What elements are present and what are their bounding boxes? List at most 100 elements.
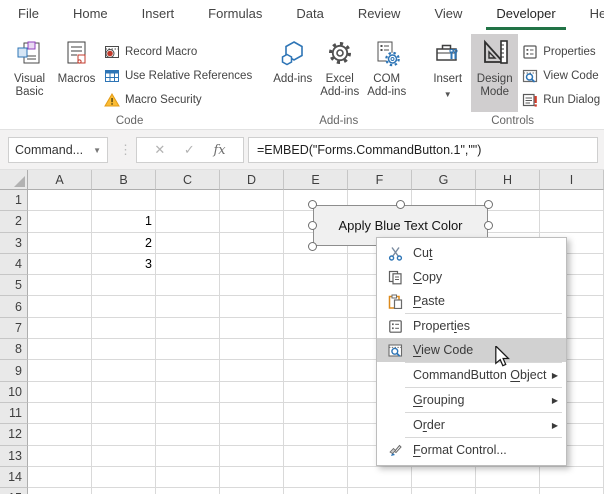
tab-view[interactable]: View	[424, 6, 472, 30]
menu-item-cut[interactable]: Cut	[377, 241, 566, 265]
cell-C11[interactable]	[156, 403, 220, 424]
row-header-10[interactable]: 10	[0, 382, 28, 403]
column-header-I[interactable]: I	[540, 170, 604, 190]
column-header-D[interactable]: D	[220, 170, 284, 190]
cell-D10[interactable]	[220, 382, 284, 403]
column-header-A[interactable]: A	[28, 170, 92, 190]
cell-B2[interactable]: 1	[92, 211, 156, 232]
tab-insert[interactable]: Insert	[132, 6, 185, 30]
row-header-9[interactable]: 9	[0, 360, 28, 381]
cell-C13[interactable]	[156, 446, 220, 467]
name-box-dropdown-icon[interactable]: ▼	[93, 146, 101, 155]
cell-C7[interactable]	[156, 318, 220, 339]
cell-G15[interactable]	[412, 488, 476, 494]
com-addins-button[interactable]: COM Add-ins	[363, 34, 410, 112]
insert-control-button[interactable]: Insert ▼	[424, 34, 471, 112]
row-header-5[interactable]: 5	[0, 275, 28, 296]
column-header-H[interactable]: H	[476, 170, 540, 190]
addins-button[interactable]: Add-ins	[269, 34, 316, 112]
resize-handle-top-middle[interactable]	[396, 200, 405, 209]
cell-E9[interactable]	[284, 360, 348, 381]
row-header-3[interactable]: 3	[0, 233, 28, 254]
column-header-G[interactable]: G	[412, 170, 476, 190]
cell-D13[interactable]	[220, 446, 284, 467]
cell-H14[interactable]	[476, 467, 540, 488]
menu-item-grouping[interactable]: Grouping▶	[377, 388, 566, 412]
cell-B3[interactable]: 2	[92, 233, 156, 254]
cell-D6[interactable]	[220, 296, 284, 317]
cell-D3[interactable]	[220, 233, 284, 254]
cancel-icon[interactable]: ✕	[154, 142, 165, 158]
cell-A1[interactable]	[28, 190, 92, 211]
tab-home[interactable]: Home	[63, 6, 118, 30]
cell-C10[interactable]	[156, 382, 220, 403]
cell-A6[interactable]	[28, 296, 92, 317]
cell-B4[interactable]: 3	[92, 254, 156, 275]
cell-B10[interactable]	[92, 382, 156, 403]
cell-C4[interactable]	[156, 254, 220, 275]
row-header-1[interactable]: 1	[0, 190, 28, 211]
cell-B11[interactable]	[92, 403, 156, 424]
insert-dropdown-caret[interactable]: ▼	[444, 88, 452, 101]
row-header-2[interactable]: 2	[0, 211, 28, 232]
design-mode-button[interactable]: Design Mode	[471, 34, 518, 112]
cell-B7[interactable]	[92, 318, 156, 339]
menu-item-view-code[interactable]: View Code	[377, 338, 566, 362]
cell-A12[interactable]	[28, 424, 92, 445]
cell-E14[interactable]	[284, 467, 348, 488]
tab-formulas[interactable]: Formulas	[198, 6, 272, 30]
cell-E6[interactable]	[284, 296, 348, 317]
cell-D2[interactable]	[220, 211, 284, 232]
tab-file[interactable]: File	[8, 6, 49, 30]
cell-E7[interactable]	[284, 318, 348, 339]
resize-handle-top-right[interactable]	[484, 200, 493, 209]
cell-F15[interactable]	[348, 488, 412, 494]
use-relative-references-button[interactable]: Use Relative References	[100, 64, 255, 88]
column-header-B[interactable]: B	[92, 170, 156, 190]
cell-I2[interactable]	[540, 211, 604, 232]
macros-button[interactable]: Macros	[53, 34, 100, 112]
cell-D4[interactable]	[220, 254, 284, 275]
cell-A15[interactable]	[28, 488, 92, 494]
cell-D15[interactable]	[220, 488, 284, 494]
cell-C15[interactable]	[156, 488, 220, 494]
tab-data[interactable]: Data	[286, 6, 333, 30]
cell-B8[interactable]	[92, 339, 156, 360]
cell-A13[interactable]	[28, 446, 92, 467]
row-header-14[interactable]: 14	[0, 467, 28, 488]
cell-C2[interactable]	[156, 211, 220, 232]
enter-icon[interactable]: ✓	[184, 142, 195, 158]
cell-C8[interactable]	[156, 339, 220, 360]
resize-handle-top-left[interactable]	[308, 200, 317, 209]
cell-A5[interactable]	[28, 275, 92, 296]
cell-E4[interactable]	[284, 254, 348, 275]
cell-C14[interactable]	[156, 467, 220, 488]
menu-item-copy[interactable]: Copy	[377, 265, 566, 289]
resize-handle-bottom-left[interactable]	[308, 242, 317, 251]
visual-basic-button[interactable]: Visual Basic	[6, 34, 53, 112]
cell-B5[interactable]	[92, 275, 156, 296]
excel-addins-button[interactable]: Excel Add-ins	[316, 34, 363, 112]
row-header-12[interactable]: 12	[0, 424, 28, 445]
resize-handle-middle-left[interactable]	[308, 221, 317, 230]
cell-A3[interactable]	[28, 233, 92, 254]
cell-H15[interactable]	[476, 488, 540, 494]
cell-D7[interactable]	[220, 318, 284, 339]
cell-E10[interactable]	[284, 382, 348, 403]
cell-A4[interactable]	[28, 254, 92, 275]
cell-D8[interactable]	[220, 339, 284, 360]
cell-D12[interactable]	[220, 424, 284, 445]
cell-C12[interactable]	[156, 424, 220, 445]
menu-item-properties[interactable]: Properties	[377, 314, 566, 338]
cell-A9[interactable]	[28, 360, 92, 381]
menu-item-format-control[interactable]: Format Control...	[377, 438, 566, 462]
cell-C1[interactable]	[156, 190, 220, 211]
name-box[interactable]: Command... ▼	[8, 137, 108, 163]
cell-C9[interactable]	[156, 360, 220, 381]
cell-E15[interactable]	[284, 488, 348, 494]
cell-B15[interactable]	[92, 488, 156, 494]
cell-B9[interactable]	[92, 360, 156, 381]
cell-D5[interactable]	[220, 275, 284, 296]
cell-E13[interactable]	[284, 446, 348, 467]
cell-F14[interactable]	[348, 467, 412, 488]
